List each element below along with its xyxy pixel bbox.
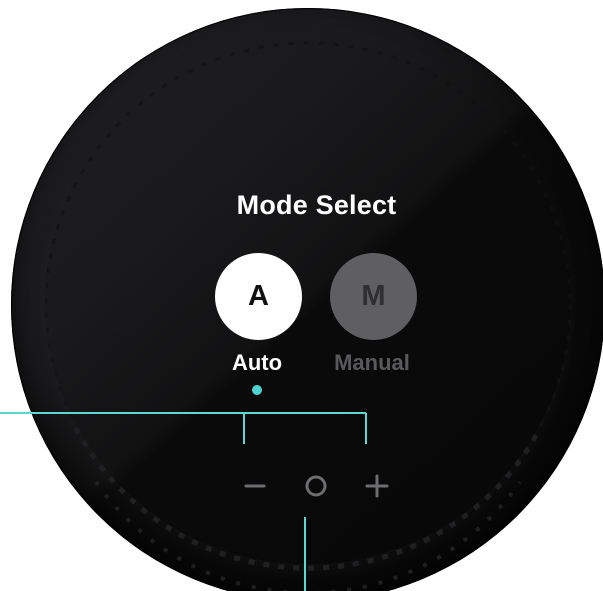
manual-mode-label: Manual [334, 350, 410, 375]
circle-icon [305, 475, 327, 497]
manual-mode-button[interactable]: M [330, 253, 417, 340]
auto-mode-button[interactable]: A [215, 253, 302, 340]
manual-mode-icon: M [361, 280, 386, 312]
selected-mode-indicator [252, 385, 262, 395]
minus-icon [244, 484, 266, 488]
page-title: Mode Select [236, 190, 397, 220]
increase-button[interactable] [359, 468, 395, 504]
auto-mode-icon: A [248, 280, 269, 312]
center-control-button[interactable] [298, 468, 334, 504]
plus-icon [365, 474, 389, 498]
auto-mode-label: Auto [231, 350, 283, 375]
mode-dial: Mode Select A Auto M Manual [11, 8, 603, 591]
mode-select-screen: Mode Select A Auto M Manual [0, 0, 603, 591]
decrease-button[interactable] [237, 468, 273, 504]
